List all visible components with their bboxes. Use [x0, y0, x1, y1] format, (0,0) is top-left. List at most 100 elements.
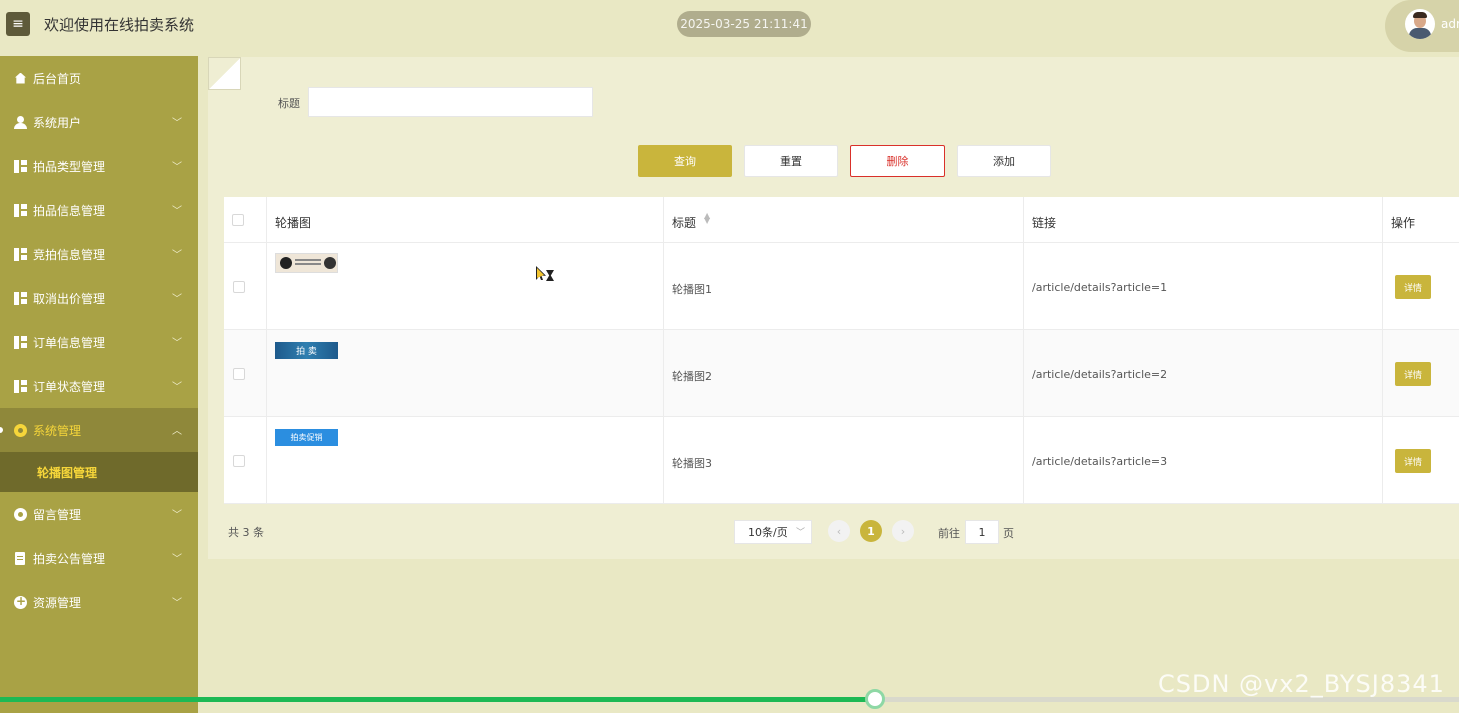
- sidebar-item-item-types[interactable]: 拍品类型管理 ﹀: [0, 144, 198, 188]
- detail-button[interactable]: 详情: [1395, 362, 1431, 386]
- table-row: 拍卖促销 轮播图3 /article/details?article=3 详情: [224, 417, 1459, 504]
- user-icon: [14, 115, 27, 129]
- sidebar-item-item-info[interactable]: 拍品信息管理 ﹀: [0, 188, 198, 232]
- sidebar-item-label: 拍品类型管理: [33, 159, 106, 174]
- avatar[interactable]: [1405, 9, 1435, 39]
- sidebar-item-label: 留言管理: [33, 507, 82, 522]
- column-header-title[interactable]: 标题: [672, 214, 696, 231]
- sidebar-item-label: 系统管理: [33, 423, 82, 438]
- sidebar-item-bidding-info[interactable]: 竞拍信息管理 ﹀: [0, 232, 198, 276]
- row-title: 轮播图3: [672, 457, 712, 470]
- hamburger-icon[interactable]: ≡: [6, 12, 30, 36]
- reset-button[interactable]: 重置: [744, 145, 838, 177]
- table-row: 拍 卖 轮播图2 /article/details?article=2 详情: [224, 330, 1459, 417]
- query-button[interactable]: 查询: [638, 145, 732, 177]
- page-size-value: 10条/页: [748, 526, 788, 539]
- sidebar-item-label: 系统用户: [33, 115, 82, 130]
- chevron-up-icon: ︿: [172, 426, 182, 437]
- sidebar-item-label: 订单状态管理: [33, 379, 106, 394]
- datetime-badge: 2025-03-25 21:11:41: [677, 11, 811, 37]
- carousel-thumbnail[interactable]: 拍 卖: [275, 342, 338, 359]
- grid-icon: [14, 247, 27, 261]
- video-progress-handle[interactable]: [865, 689, 886, 709]
- grid-icon: [14, 379, 27, 393]
- busy-cursor-icon: [536, 266, 556, 284]
- sidebar-item-announcements[interactable]: 拍卖公告管理 ﹀: [0, 536, 198, 580]
- chevron-down-icon: ﹀: [172, 510, 182, 521]
- title-filter-input[interactable]: [308, 87, 593, 117]
- current-page-button[interactable]: 1: [860, 520, 882, 542]
- sort-icon[interactable]: ▲ ▼: [704, 212, 710, 225]
- sidebar-item-label: 后台首页: [33, 71, 82, 86]
- document-icon: [14, 551, 27, 565]
- row-link: /article/details?article=2: [1032, 368, 1168, 381]
- sidebar-item-order-info[interactable]: 订单信息管理 ﹀: [0, 320, 198, 364]
- detail-button[interactable]: 详情: [1395, 449, 1431, 473]
- flower-icon: [14, 507, 27, 521]
- prev-page-button[interactable]: ‹: [828, 520, 850, 542]
- chevron-down-icon: ﹀: [172, 250, 182, 261]
- table-header-row: 轮播图 标题 ▲ ▼ 链接 操作: [224, 197, 1459, 243]
- app-title: 欢迎使用在线拍卖系统: [44, 16, 195, 34]
- grid-icon: [14, 291, 27, 305]
- grid-icon: [14, 159, 27, 173]
- sidebar-item-label: 订单信息管理: [33, 335, 106, 350]
- detail-button[interactable]: 详情: [1395, 275, 1431, 299]
- carousel-thumbnail[interactable]: [275, 253, 338, 273]
- sidebar-item-resources[interactable]: 资源管理 ﹀: [0, 580, 198, 624]
- table-row: 轮播图1 /article/details?article=1 详情: [224, 243, 1459, 330]
- page-size-select[interactable]: 10条/页 ﹀: [734, 520, 812, 544]
- total-count: 共 3 条: [228, 526, 264, 539]
- sidebar-item-system-management[interactable]: 系统管理 ︿: [0, 408, 198, 452]
- user-name[interactable]: adr: [1441, 17, 1459, 31]
- user-menu[interactable]: adr: [1385, 0, 1459, 52]
- sidebar-item-label: 拍品信息管理: [33, 203, 106, 218]
- chevron-down-icon: ﹀: [172, 206, 182, 217]
- row-title: 轮播图2: [672, 370, 712, 383]
- goto-unit: 页: [1003, 527, 1014, 540]
- video-progress-fill: [0, 697, 876, 702]
- chevron-down-icon: ﹀: [172, 162, 182, 173]
- carousel-thumbnail[interactable]: 拍卖促销: [275, 429, 338, 446]
- grid-icon: [14, 335, 27, 349]
- column-header-actions: 操作: [1391, 216, 1416, 230]
- row-link: /article/details?article=1: [1032, 281, 1168, 294]
- sidebar-subitem-carousel[interactable]: 轮播图管理: [0, 452, 198, 492]
- chevron-down-icon: ﹀: [172, 382, 182, 393]
- sidebar-item-order-status[interactable]: 订单状态管理 ﹀: [0, 364, 198, 408]
- row-title: 轮播图1: [672, 283, 712, 296]
- grid-icon: [14, 203, 27, 217]
- row-checkbox[interactable]: [233, 281, 245, 293]
- delete-button[interactable]: 删除: [850, 145, 945, 177]
- carousel-table: 轮播图 标题 ▲ ▼ 链接 操作 轮播图1 /article/details?ar…: [224, 197, 1459, 504]
- plus-circle-icon: [14, 594, 27, 609]
- add-button[interactable]: 添加: [957, 145, 1051, 177]
- row-link: /article/details?article=3: [1032, 455, 1168, 468]
- goto-label: 前往: [938, 527, 960, 540]
- home-icon: [14, 72, 27, 85]
- row-checkbox[interactable]: [233, 368, 245, 380]
- chevron-down-icon: ﹀: [172, 598, 182, 609]
- sidebar: 后台首页 系统用户 ﹀ 拍品类型管理 ﹀ 拍品信息管理 ﹀ 竞拍信息管理 ﹀ 取…: [0, 56, 198, 713]
- active-indicator: [0, 427, 3, 433]
- sidebar-item-home[interactable]: 后台首页: [0, 56, 198, 100]
- top-header: ≡ 欢迎使用在线拍卖系统 2025-03-25 21:11:41 adr: [0, 0, 1459, 52]
- sidebar-item-cancel-bids[interactable]: 取消出价管理 ﹀: [0, 276, 198, 320]
- gear-icon: [14, 423, 27, 437]
- sidebar-item-messages[interactable]: 留言管理 ﹀: [0, 492, 198, 536]
- chevron-down-icon: ﹀: [795, 528, 805, 538]
- goto-page-input[interactable]: 1: [965, 520, 999, 544]
- page-fold-corner: [208, 57, 241, 90]
- sidebar-item-label: 资源管理: [33, 595, 82, 610]
- chevron-down-icon: ﹀: [172, 554, 182, 565]
- row-checkbox[interactable]: [233, 455, 245, 467]
- main-panel: 标题 查询 重置 删除 添加 轮播图 标题 ▲ ▼ 链接 操作 轮播图1 /art…: [208, 57, 1459, 559]
- sidebar-item-label: 拍卖公告管理: [33, 551, 106, 566]
- sidebar-item-system-users[interactable]: 系统用户 ﹀: [0, 100, 198, 144]
- sidebar-item-label: 竞拍信息管理: [33, 247, 106, 262]
- select-all-checkbox[interactable]: [232, 214, 244, 226]
- title-filter-label: 标题: [278, 97, 300, 110]
- column-header-image: 轮播图: [275, 216, 312, 230]
- chevron-down-icon: ﹀: [172, 118, 182, 129]
- next-page-button[interactable]: ›: [892, 520, 914, 542]
